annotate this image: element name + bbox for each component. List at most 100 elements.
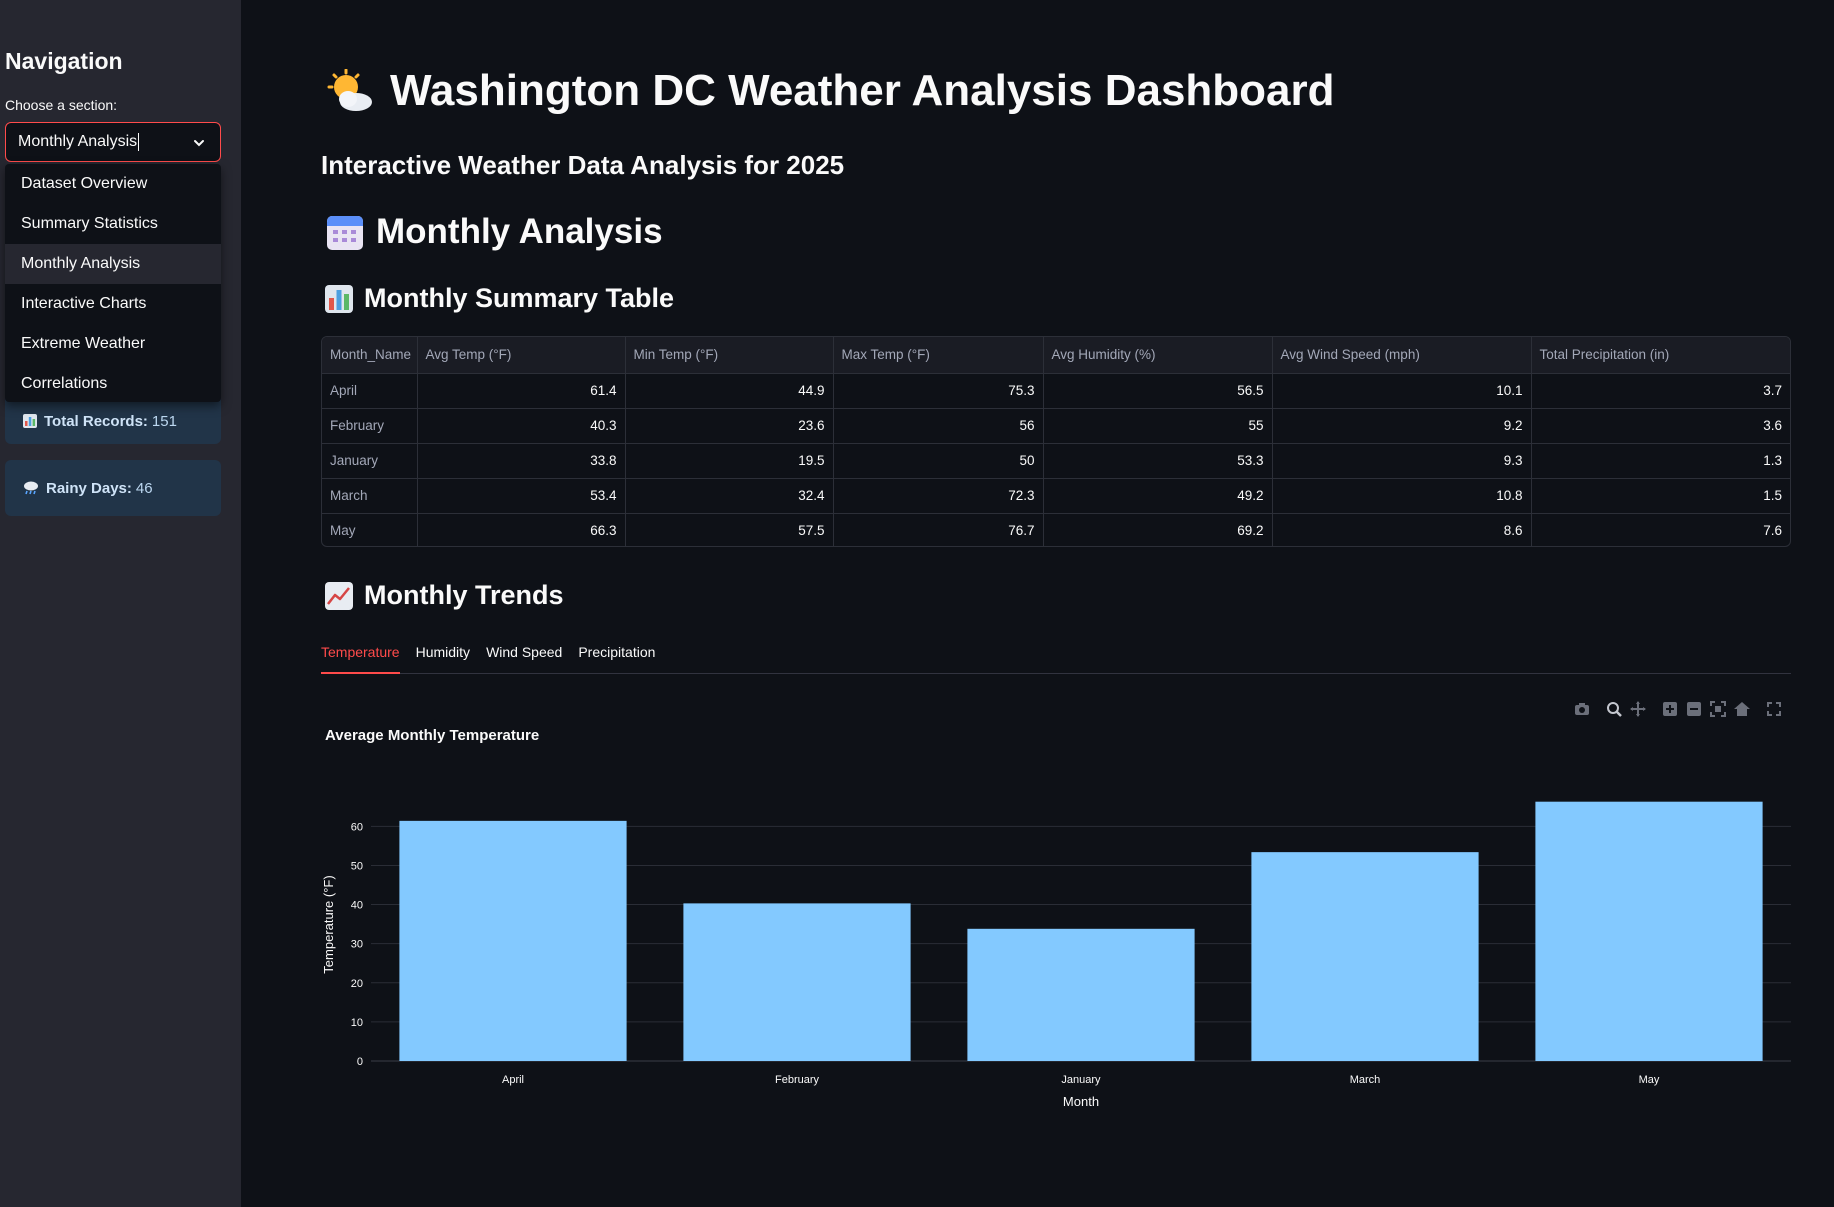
option-summary-statistics[interactable]: Summary Statistics — [5, 204, 221, 244]
column-header[interactable]: Avg Wind Speed (mph) — [1272, 337, 1532, 374]
text-caret — [138, 133, 140, 151]
table-cell: 75.3 — [833, 373, 1044, 409]
x-axis-title: Month — [1063, 1094, 1099, 1109]
bar[interactable] — [683, 903, 911, 1061]
table-cell: 40.3 — [417, 408, 626, 444]
column-header[interactable]: Avg Temp (°F) — [417, 337, 626, 374]
y-axis-title: Temperature (°F) — [321, 875, 336, 973]
chevron-down-icon — [194, 140, 204, 147]
zoom-in-icon[interactable] — [1661, 700, 1679, 718]
y-tick-label: 40 — [351, 900, 363, 912]
trend-tabs: Temperature Humidity Wind Speed Precipit… — [321, 640, 1791, 674]
table-cell: 69.2 — [1043, 513, 1273, 546]
table-heading-text: Monthly Summary Table — [364, 283, 675, 313]
table-cell: 55 — [1043, 408, 1273, 444]
y-tick-label: 0 — [357, 1056, 363, 1068]
table-cell: March — [322, 478, 418, 514]
camera-icon[interactable] — [1573, 700, 1591, 718]
table-cell: 53.4 — [417, 478, 626, 514]
table-cell: 10.1 — [1272, 373, 1532, 409]
section-dropdown: Dataset Overview Summary Statistics Mont… — [5, 164, 221, 402]
x-tick-label: January — [1061, 1074, 1101, 1086]
rainy-days-value: 46 — [135, 479, 153, 497]
column-header[interactable]: Total Precipitation (in) — [1531, 337, 1790, 374]
monthly-summary-table[interactable]: Month_Name Avg Temp (°F) Min Temp (°F) M… — [321, 336, 1791, 547]
fullscreen-icon[interactable] — [1765, 700, 1783, 718]
tab-precipitation[interactable]: Precipitation — [578, 640, 655, 674]
main-content: Washington DC Weather Analysis Dashboard… — [241, 0, 1834, 1207]
section-title: Monthly Analysis — [326, 212, 663, 252]
x-tick-label: May — [1639, 1074, 1660, 1086]
zoom-out-icon[interactable] — [1685, 700, 1703, 718]
table-cell: 56.5 — [1043, 373, 1273, 409]
option-extreme-weather[interactable]: Extreme Weather — [5, 324, 221, 364]
table-cell: 33.8 — [417, 443, 626, 479]
table-cell: 44.9 — [625, 373, 834, 409]
table-cell: 53.3 — [1043, 443, 1273, 479]
rainy-days-card: Rainy Days: 46 — [5, 460, 221, 516]
table-cell: 7.6 — [1763, 523, 1782, 539]
table-cell: April — [322, 373, 418, 409]
tab-humidity[interactable]: Humidity — [416, 640, 470, 674]
table-cell: 49.2 — [1043, 478, 1273, 514]
column-header[interactable]: Month_Name — [322, 337, 418, 374]
section-select-label: Choose a section: — [5, 97, 118, 113]
page-subtitle: Interactive Weather Data Analysis for 20… — [321, 150, 845, 180]
table-cell: 1.5 — [1531, 478, 1790, 514]
table-cell: 66.3 — [417, 513, 626, 546]
table-row: March 53.4 32.4 72.3 49.2 10.8 1.5 — [322, 478, 1790, 514]
trend-up-icon — [325, 581, 353, 610]
tab-temperature[interactable]: Temperature — [321, 640, 400, 674]
column-header[interactable]: Min Temp (°F) — [625, 337, 834, 374]
table-heading: Monthly Summary Table — [324, 283, 674, 314]
trends-heading: Monthly Trends — [324, 580, 564, 611]
option-dataset-overview[interactable]: Dataset Overview — [5, 164, 221, 204]
table-cell: 61.4 — [417, 373, 626, 409]
column-header[interactable]: Max Temp (°F) — [833, 337, 1044, 374]
table-cell: 23.6 — [625, 408, 834, 444]
autoscale-icon[interactable] — [1709, 700, 1727, 718]
zoom-icon[interactable] — [1605, 700, 1623, 718]
bar[interactable] — [399, 820, 627, 1061]
y-tick-label: 10 — [351, 1017, 363, 1029]
chart-toolbar — [1573, 700, 1783, 718]
x-tick-label: March — [1350, 1074, 1381, 1086]
table-cell: February — [322, 408, 418, 444]
table-cell: 57.5 — [625, 513, 834, 546]
y-tick-label: 20 — [351, 978, 363, 990]
table-cell: 76.7 — [833, 513, 1044, 546]
sun-cloud-icon — [327, 69, 372, 111]
option-interactive-charts[interactable]: Interactive Charts — [5, 284, 221, 324]
tab-wind-speed[interactable]: Wind Speed — [486, 640, 562, 674]
option-correlations[interactable]: Correlations — [5, 364, 221, 404]
trends-heading-text: Monthly Trends — [364, 580, 564, 610]
bar[interactable] — [1535, 801, 1763, 1061]
total-records-label: Total Records: — [44, 412, 148, 430]
calendar-icon — [327, 216, 363, 250]
column-header[interactable]: Avg Humidity (%) — [1043, 337, 1273, 374]
section-title-text: Monthly Analysis — [376, 212, 663, 251]
table-cell: 1.3 — [1531, 443, 1790, 479]
table-cell: January — [322, 443, 418, 479]
table-cell: 9.3 — [1272, 443, 1532, 479]
total-records-value: 151 — [151, 412, 177, 430]
table-cell: 10.8 — [1272, 478, 1532, 514]
pan-icon[interactable] — [1629, 700, 1647, 718]
table-row: May 66.3 57.5 76.7 69.2 8.6 7.6 — [322, 513, 1790, 546]
page-title-text: Washington DC Weather Analysis Dashboard — [390, 66, 1335, 115]
table-cell: 3.6 — [1531, 408, 1790, 444]
y-tick-label: 50 — [351, 860, 363, 872]
sidebar: Navigation Choose a section: Monthly Ana… — [0, 0, 241, 1207]
sidebar-title: Navigation — [5, 48, 123, 74]
section-select[interactable]: Monthly Analysis — [5, 122, 221, 162]
table-cell: 56 — [833, 408, 1044, 444]
temperature-bar-chart[interactable]: 0 10 20 30 40 50 60 April February January March Ma… — [321, 770, 1791, 1120]
bar-chart-icon — [325, 284, 353, 313]
table-cell: 9.2 — [1272, 408, 1532, 444]
bar[interactable] — [1251, 852, 1479, 1061]
table-row: January 33.8 19.5 50 53.3 9.3 1.3 — [322, 443, 1790, 479]
x-tick-label: April — [502, 1074, 524, 1086]
bar[interactable] — [967, 928, 1195, 1061]
home-icon[interactable] — [1733, 700, 1751, 718]
option-monthly-analysis[interactable]: Monthly Analysis — [5, 244, 221, 284]
